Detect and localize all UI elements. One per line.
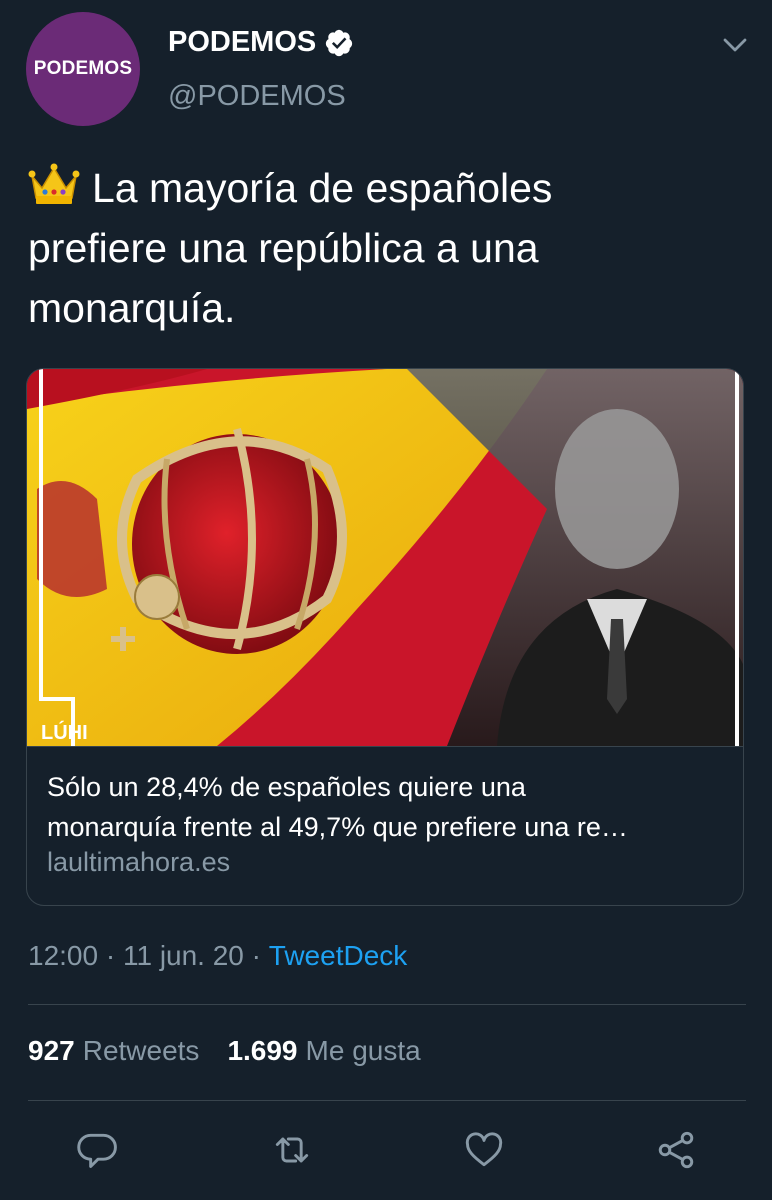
- display-name[interactable]: PODEMOS: [168, 26, 316, 59]
- tweet-meta: 12:00 · 11 jun. 20 · TweetDeck: [28, 940, 407, 972]
- card-title-line2: monarquía frente al 49,7% que prefiere u…: [47, 812, 628, 842]
- tweet-actions: [0, 1128, 772, 1178]
- card-domain: laultimahora.es: [47, 847, 231, 877]
- tweet-text-line3: monarquía.: [28, 285, 236, 331]
- retweet-icon[interactable]: [270, 1128, 314, 1172]
- name-row: PODEMOS: [168, 26, 354, 59]
- tweet-source-link[interactable]: TweetDeck: [269, 940, 408, 972]
- card-body[interactable]: Sólo un 28,4% de españoles quiere una mo…: [27, 746, 743, 905]
- likes-label[interactable]: Me gusta: [306, 1035, 421, 1067]
- divider: [28, 1100, 746, 1101]
- tweet-stats: 927 Retweets 1.699 Me gusta: [28, 1035, 421, 1067]
- crown-icon: [28, 163, 80, 204]
- card-image-watermark: LÚHI: [41, 720, 88, 744]
- tweet-text-line1: La mayoría de españoles: [92, 165, 553, 211]
- likes-count[interactable]: 1.699: [227, 1035, 297, 1067]
- like-icon[interactable]: [462, 1128, 506, 1172]
- meta-separator: ·: [98, 940, 123, 971]
- retweets-count[interactable]: 927: [28, 1035, 75, 1067]
- card-image[interactable]: LÚHI: [27, 369, 744, 746]
- handle[interactable]: @PODEMOS: [168, 80, 346, 113]
- retweets-label[interactable]: Retweets: [83, 1035, 200, 1067]
- meta-separator: ·: [243, 940, 269, 971]
- card-title: Sólo un 28,4% de españoles quiere una mo…: [47, 767, 727, 847]
- verified-badge-icon: [326, 29, 353, 56]
- tweet-date[interactable]: 11 jun. 20: [123, 940, 244, 972]
- avatar-text: PODEMOS: [33, 58, 133, 79]
- card-title-line1: Sólo un 28,4% de españoles quiere una: [47, 772, 526, 802]
- divider: [28, 1004, 746, 1005]
- share-icon[interactable]: [654, 1128, 698, 1172]
- tweet-text-line2: prefiere una república a una: [28, 225, 539, 271]
- avatar[interactable]: PODEMOS: [26, 12, 140, 126]
- tweet-text: La mayoría de españoles prefiere una rep…: [28, 158, 748, 338]
- tweet-header: PODEMOS PODEMOS @PODEMOS: [0, 0, 772, 140]
- chevron-down-icon[interactable]: [720, 30, 750, 60]
- link-card[interactable]: LÚHI Sólo un 28,4% de españoles quiere u…: [26, 368, 744, 906]
- tweet-time[interactable]: 12:00: [28, 940, 98, 972]
- reply-icon[interactable]: [76, 1128, 120, 1172]
